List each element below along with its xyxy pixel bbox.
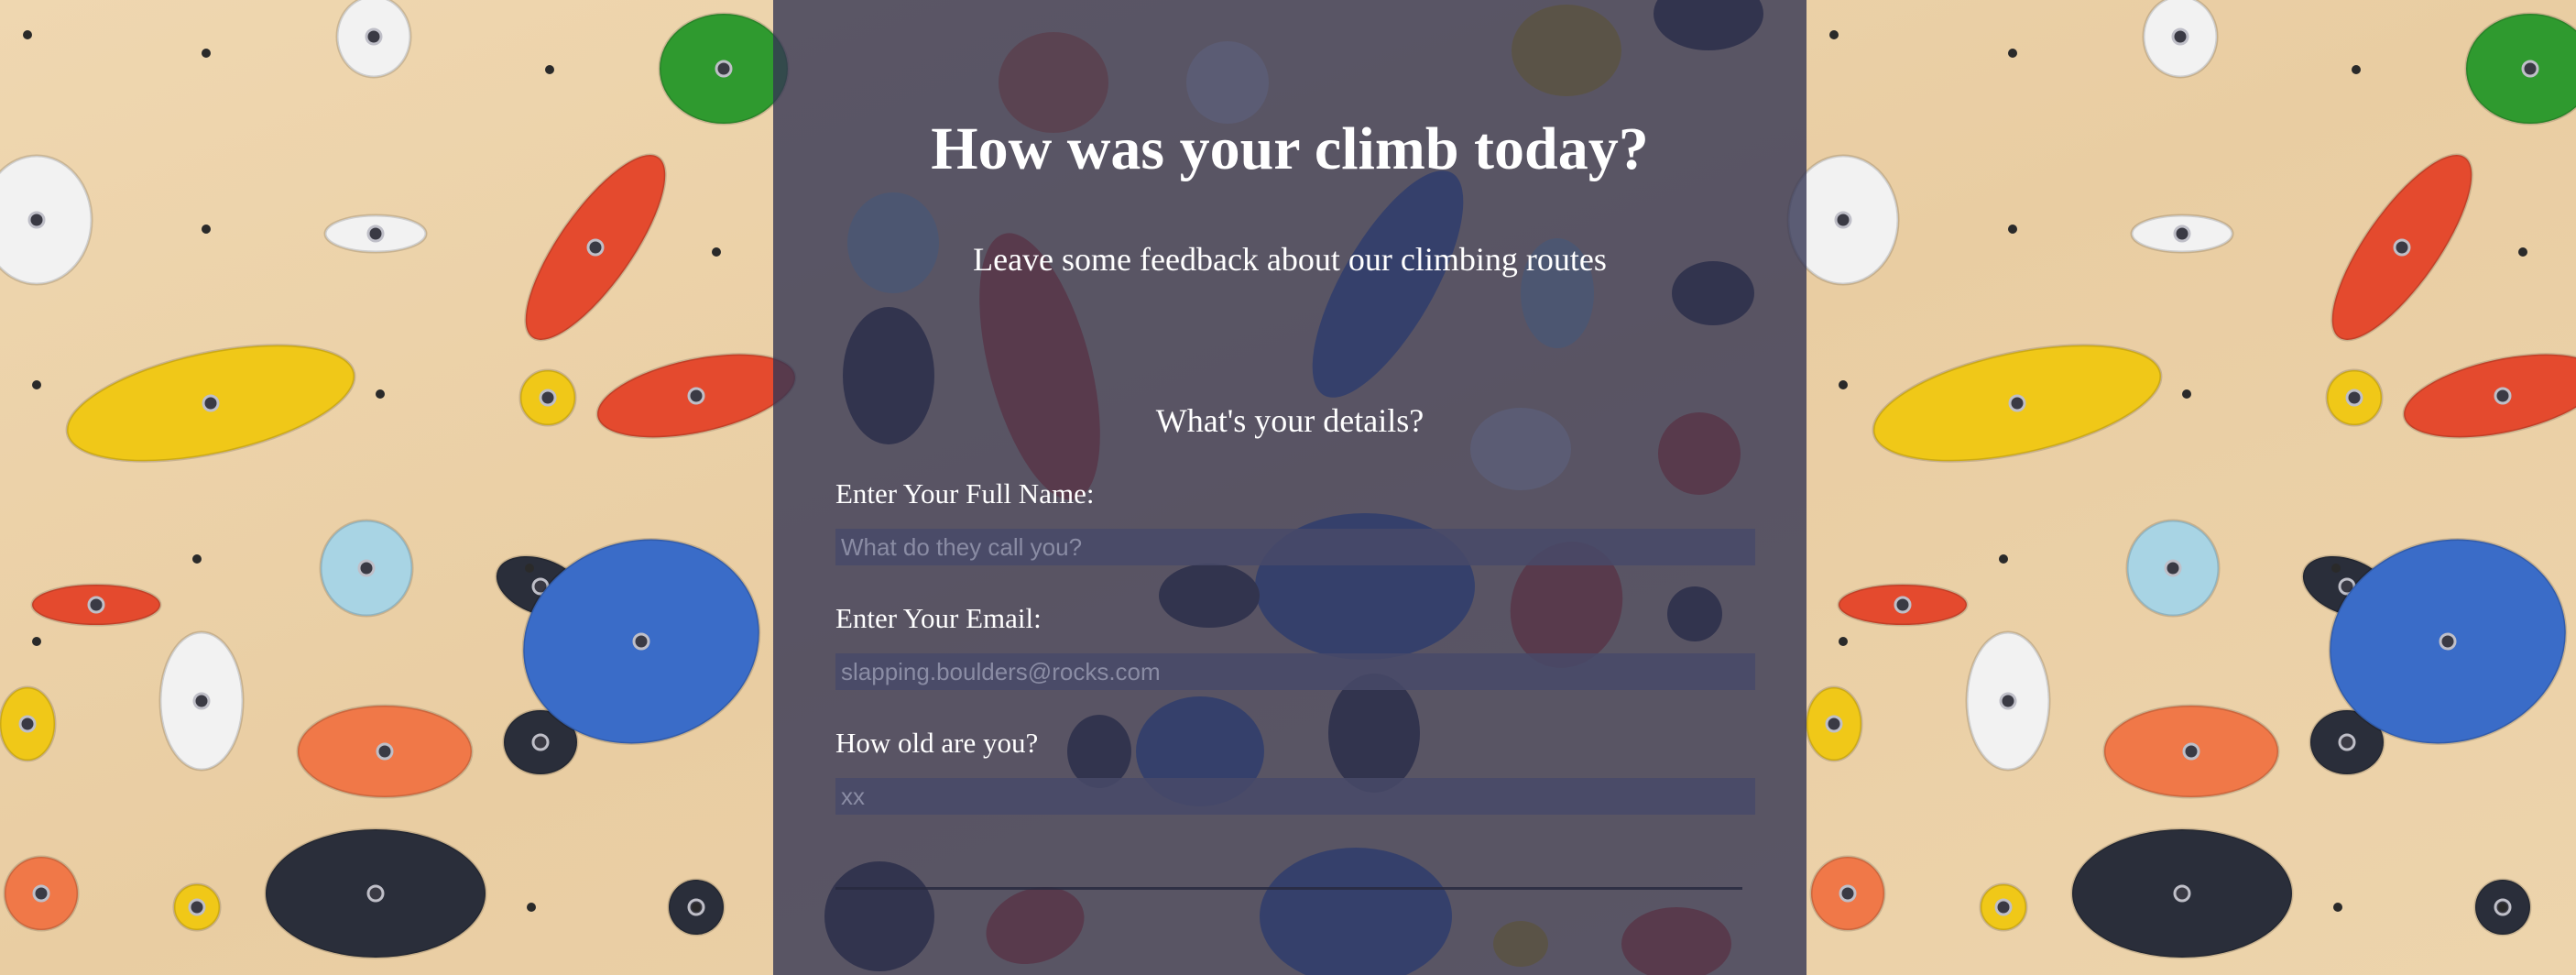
hold-bolt: [192, 692, 211, 710]
hold-bolt: [357, 559, 376, 577]
page-title: How was your climb today?: [931, 115, 1649, 182]
hold-bolt: [2345, 389, 2363, 407]
wall-bolt-hole: [23, 30, 32, 39]
hold-bolt: [2338, 733, 2356, 751]
wall-bolt-hole: [525, 564, 534, 573]
wall-bolt-hole: [527, 903, 536, 912]
age-label: How old are you?: [835, 727, 1039, 759]
wall-bolt-hole: [2008, 49, 2017, 58]
hold-bolt: [365, 27, 383, 46]
hold-bolt: [715, 60, 733, 78]
wall-bolt-hole: [376, 389, 385, 399]
hold-bolt: [32, 884, 50, 903]
hold-bolt: [18, 715, 37, 733]
hold-bolt: [2521, 60, 2539, 78]
wall-bolt-hole: [2518, 247, 2527, 257]
hold-bolt: [2164, 559, 2182, 577]
page-subtitle: Leave some feedback about our climbing r…: [973, 241, 1607, 278]
wall-bolt-hole: [1999, 554, 2008, 564]
form-divider: [835, 887, 1742, 890]
wall-bolt-hole: [32, 380, 41, 389]
wall-bolt-hole: [1839, 637, 1848, 646]
hold-bolt: [1839, 884, 1857, 903]
hold-bolt: [376, 742, 394, 761]
wall-bolt-hole: [32, 637, 41, 646]
hold-bolt: [687, 387, 705, 405]
wall-bolt-hole: [1829, 30, 1839, 39]
wall-bolt-hole: [2352, 65, 2361, 74]
wall-bolt-hole: [2333, 903, 2342, 912]
hold-bolt: [632, 632, 650, 651]
wall-bolt-hole: [2331, 564, 2341, 573]
wall-bolt-hole: [202, 225, 211, 234]
feedback-form-panel: How was your climb today? Leave some fee…: [773, 0, 1806, 975]
wall-bolt-hole: [712, 247, 721, 257]
hold-bolt: [188, 898, 206, 916]
wall-bolt-hole: [2008, 225, 2017, 234]
hold-bolt: [2171, 27, 2189, 46]
email-input[interactable]: [835, 653, 1755, 690]
hold-bolt: [87, 596, 105, 614]
wall-bolt-hole: [2498, 903, 2507, 912]
hold-bolt: [1994, 898, 2013, 916]
hold-bolt: [1834, 211, 1852, 229]
hold-bolt: [2182, 742, 2200, 761]
hold-bolt: [531, 733, 550, 751]
age-input[interactable]: [835, 778, 1755, 815]
hold-bolt: [2393, 238, 2411, 257]
hold-bolt: [202, 394, 220, 412]
hold-bolt: [366, 884, 385, 903]
hold-bolt: [2439, 632, 2457, 651]
details-heading: What's your details?: [1155, 402, 1424, 439]
hold-bolt: [586, 238, 605, 257]
hold-bolt: [2173, 884, 2191, 903]
full-name-input[interactable]: [835, 529, 1755, 565]
wall-bolt-hole: [202, 49, 211, 58]
hold-bolt: [2173, 225, 2191, 243]
hold-bolt: [2008, 394, 2026, 412]
wall-bolt-hole: [545, 65, 554, 74]
hold-bolt: [1825, 715, 1843, 733]
wall-bolt-hole: [1839, 380, 1848, 389]
hold-bolt: [27, 211, 46, 229]
hold-bolt: [539, 389, 557, 407]
hold-bolt: [1894, 596, 1912, 614]
hold-bolt: [366, 225, 385, 243]
wall-bolt-hole: [692, 903, 701, 912]
climbing-hold: [2464, 12, 2576, 126]
hold-bolt: [1999, 692, 2017, 710]
wall-bolt-hole: [192, 554, 202, 564]
email-label: Enter Your Email:: [835, 602, 1042, 634]
full-name-label: Enter Your Full Name:: [835, 477, 1095, 509]
wall-bolt-hole: [2182, 389, 2191, 399]
hold-bolt: [2494, 387, 2512, 405]
